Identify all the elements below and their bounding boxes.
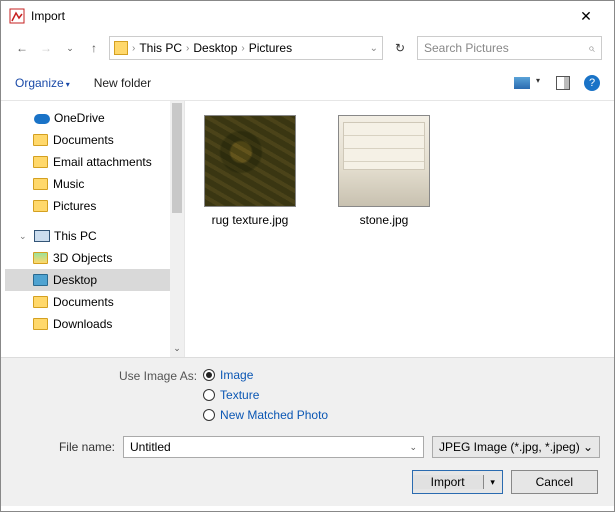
tree-item[interactable]: Documents: [5, 291, 184, 313]
search-placeholder: Search Pictures: [424, 41, 588, 55]
desktop-icon: [33, 274, 48, 286]
filter-value: JPEG Image (*.jpg, *.jpeg): [439, 440, 583, 454]
import-dropdown[interactable]: ▾: [484, 477, 502, 488]
folder-icon: [33, 200, 48, 212]
tree-item[interactable]: Email attachments: [5, 151, 184, 173]
chevron-right-icon: ›: [186, 43, 189, 54]
view-mode-menu[interactable]: [514, 77, 542, 89]
folder-icon: [33, 156, 48, 168]
window-title: Import: [31, 9, 566, 23]
back-button[interactable]: ←: [13, 41, 31, 55]
app-icon: [9, 8, 25, 24]
refresh-button[interactable]: ↻: [389, 41, 411, 55]
file-item[interactable]: rug texture.jpg: [195, 115, 305, 227]
chevron-right-icon: ›: [132, 43, 135, 54]
file-type-filter[interactable]: JPEG Image (*.jpg, *.jpeg) ⌄: [432, 436, 600, 458]
use-image-as-group: Use Image As: Image Texture New Matched …: [15, 368, 600, 422]
radio-texture[interactable]: Texture: [203, 388, 328, 402]
folder-icon: [33, 318, 48, 330]
preview-pane-toggle[interactable]: [556, 76, 570, 90]
scroll-down-icon[interactable]: ⌄: [170, 343, 184, 357]
tree-thispc[interactable]: ⌄This PC: [5, 225, 184, 247]
help-button[interactable]: ?: [584, 75, 600, 91]
radio-new-matched-photo[interactable]: New Matched Photo: [203, 408, 328, 422]
close-button[interactable]: ✕: [566, 8, 606, 25]
chevron-right-icon: ›: [241, 43, 244, 54]
organize-menu[interactable]: Organize▾: [15, 76, 70, 90]
folder-icon: [33, 178, 48, 190]
folder-icon: [114, 41, 128, 55]
recent-dropdown[interactable]: ⌄: [61, 43, 79, 54]
chevron-down-icon[interactable]: ⌄: [370, 43, 378, 54]
folder-icon: [33, 296, 48, 308]
crumb-thispc[interactable]: This PC: [139, 41, 182, 55]
folder-tree: OneDrive Documents Email attachments Mus…: [1, 101, 185, 357]
file-list[interactable]: rug texture.jpg stone.jpg: [185, 101, 614, 357]
cloud-icon: [34, 112, 49, 124]
filename-input[interactable]: Untitled ⌄: [123, 436, 424, 458]
file-thumbnail: [204, 115, 296, 207]
file-thumbnail: [338, 115, 430, 207]
forward-button: →: [37, 41, 55, 55]
chevron-down-icon: ⌄: [583, 440, 593, 454]
filename-label: File name:: [57, 440, 115, 454]
tree-item[interactable]: 3D Objects: [5, 247, 184, 269]
cancel-button[interactable]: Cancel: [511, 470, 598, 494]
tree-item[interactable]: Documents: [5, 129, 184, 151]
radio-icon: [203, 389, 215, 401]
main-area: OneDrive Documents Email attachments Mus…: [1, 101, 614, 357]
crumb-pictures[interactable]: Pictures: [249, 41, 292, 55]
bottom-panel: Use Image As: Image Texture New Matched …: [1, 357, 614, 506]
tree-onedrive[interactable]: OneDrive: [5, 107, 184, 129]
file-name: stone.jpg: [329, 213, 439, 227]
up-button[interactable]: ↑: [85, 41, 103, 55]
tree-item[interactable]: Downloads: [5, 313, 184, 335]
filename-value: Untitled: [130, 440, 409, 454]
use-image-as-label: Use Image As:: [119, 368, 197, 383]
radio-icon: [203, 369, 215, 381]
title-bar: Import ✕: [1, 1, 614, 31]
toolbar: Organize▾ New folder ?: [1, 65, 614, 101]
tree-item[interactable]: Music: [5, 173, 184, 195]
pc-icon: [34, 230, 49, 242]
new-folder-button[interactable]: New folder: [94, 76, 151, 90]
search-icon: ⌕: [588, 41, 595, 56]
crumb-desktop[interactable]: Desktop: [193, 41, 237, 55]
search-input[interactable]: Search Pictures ⌕: [417, 36, 602, 60]
tree-item[interactable]: Pictures: [5, 195, 184, 217]
nav-row: ← → ⌄ ↑ › This PC › Desktop › Pictures ⌄…: [1, 31, 614, 65]
scrollbar-thumb[interactable]: [172, 103, 182, 213]
chevron-down-icon[interactable]: ⌄: [409, 442, 417, 453]
import-button[interactable]: Import ▾: [412, 470, 503, 494]
file-name: rug texture.jpg: [195, 213, 305, 227]
button-row: Import ▾ Cancel: [15, 470, 600, 494]
radio-image[interactable]: Image: [203, 368, 328, 382]
folder-icon: [33, 252, 48, 264]
file-item[interactable]: stone.jpg: [329, 115, 439, 227]
filename-row: File name: Untitled ⌄ JPEG Image (*.jpg,…: [15, 436, 600, 458]
thumbnails-icon: [514, 77, 530, 89]
breadcrumb[interactable]: › This PC › Desktop › Pictures ⌄: [109, 36, 383, 60]
sidebar-scrollbar[interactable]: ⌄: [170, 101, 184, 357]
tree-item-selected[interactable]: Desktop: [5, 269, 184, 291]
folder-icon: [33, 134, 48, 146]
radio-icon: [203, 409, 215, 421]
